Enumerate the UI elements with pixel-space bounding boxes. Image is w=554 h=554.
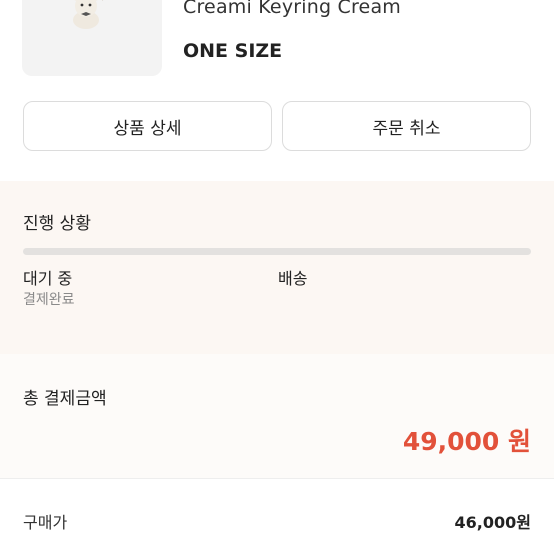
- product-thumbnail[interactable]: [22, 0, 162, 76]
- product-size: ONE SIZE: [183, 40, 283, 62]
- product-detail-button[interactable]: 상품 상세: [23, 101, 272, 151]
- product-name: Creami Keyring Cream: [183, 0, 402, 18]
- cancel-order-button[interactable]: 주문 취소: [282, 101, 531, 151]
- total-payment-amount: 49,000 원: [402, 427, 531, 456]
- order-detail-page: Creami Keyring Cream ONE SIZE 상품 상세 주문 취…: [0, 0, 554, 554]
- total-payment-title: 총 결제금액: [23, 389, 107, 409]
- product-summary: Creami Keyring Cream ONE SIZE: [0, 0, 554, 90]
- stage-waiting-sub: 결제완료: [23, 292, 75, 308]
- purchase-price-value: 46,000원: [454, 513, 531, 532]
- progress-section: 진행 상황 대기 중 배송 결제완료: [0, 181, 554, 354]
- progress-title: 진행 상황: [23, 214, 91, 234]
- purchase-price-label: 구매가: [23, 513, 68, 532]
- stage-waiting: 대기 중: [23, 269, 73, 288]
- stage-shipping: 배송: [278, 269, 308, 288]
- plush-keyring-image: [73, 0, 104, 29]
- divider: [0, 478, 554, 479]
- progress-track: [23, 248, 531, 255]
- total-payment-section: 총 결제금액 49,000 원: [0, 354, 554, 478]
